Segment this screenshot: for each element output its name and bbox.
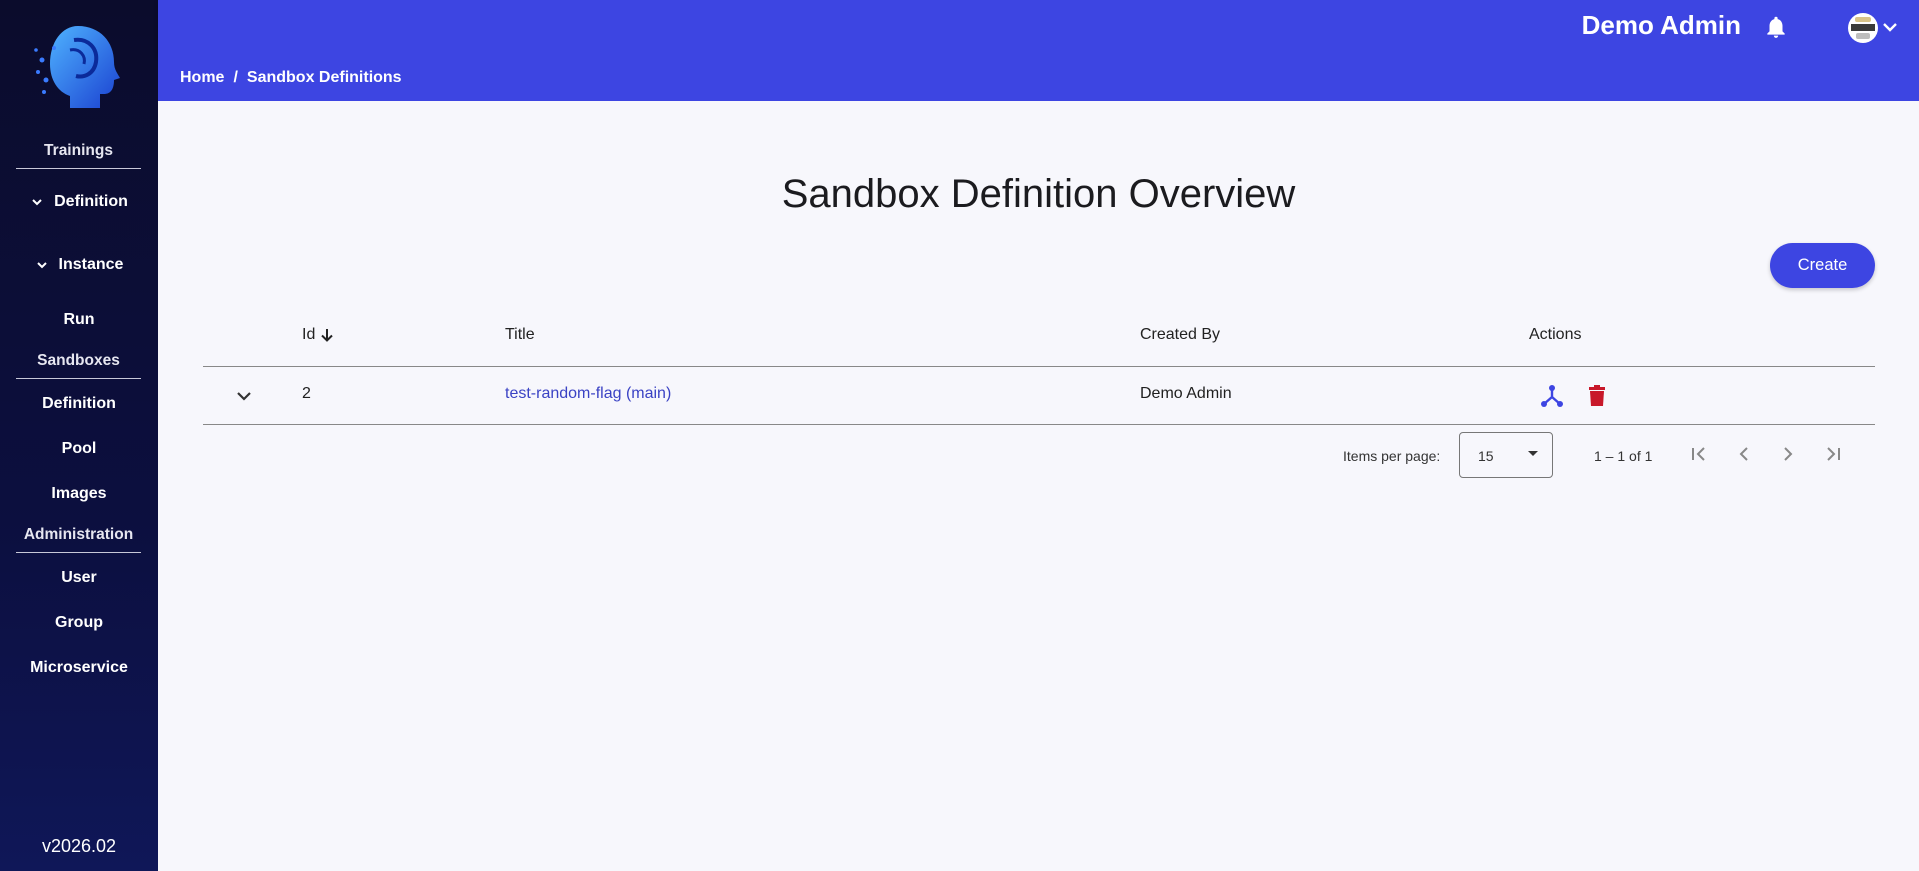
cell-created-by: Demo Admin <box>1140 385 1232 402</box>
column-header-id-label: Id <box>302 326 316 343</box>
sidebar-item-images[interactable]: Images <box>0 485 158 503</box>
breadcrumb-current: Sandbox Definitions <box>246 69 402 86</box>
sidebar-item-pool[interactable]: Pool <box>0 440 158 458</box>
breadcrumb-bar: Home / Sandbox Definitions <box>158 56 1919 101</box>
breadcrumb: Home / Sandbox Definitions <box>180 69 402 87</box>
last-page-icon[interactable] <box>1818 439 1848 469</box>
chevron-down-icon <box>32 199 42 206</box>
top-header: Demo Admin <box>158 0 1919 56</box>
arrow-down-icon <box>321 328 334 342</box>
version-label: v2026.02 <box>41 836 117 856</box>
sandbox-definitions-table: Id Title Created By Actions 2 test-rando… <box>203 310 1875 485</box>
first-page-icon[interactable] <box>1684 439 1714 469</box>
previous-page-icon[interactable] <box>1729 439 1759 469</box>
cell-title-link[interactable]: test-random-flag (main) <box>505 385 671 403</box>
logo <box>34 26 120 108</box>
sidebar: Trainings Definition Instance Run Sandbo… <box>0 0 158 871</box>
breadcrumb-separator: / <box>233 69 238 86</box>
section-administration: Administration <box>16 526 141 553</box>
topology-icon[interactable] <box>1539 383 1565 409</box>
items-per-page-select[interactable]: 15 <box>1459 432 1553 478</box>
sidebar-item-label: Instance <box>58 256 124 273</box>
breadcrumb-home[interactable]: Home <box>180 69 224 86</box>
column-header-actions: Actions <box>1529 326 1582 343</box>
sidebar-item-training-instance[interactable]: Instance <box>0 256 158 274</box>
delete-icon[interactable] <box>1584 383 1610 409</box>
section-trainings: Trainings <box>16 142 141 169</box>
page-title: Sandbox Definition Overview <box>781 172 1296 216</box>
paginator: Items per page: 15 1 – 1 of 1 <box>203 425 1875 485</box>
next-page-icon[interactable] <box>1773 439 1803 469</box>
username: Demo Admin <box>1581 10 1741 40</box>
table-row: 2 test-random-flag (main) Demo Admin <box>203 367 1875 425</box>
items-per-page-value: 15 <box>1478 448 1494 464</box>
sidebar-item-run[interactable]: Run <box>0 311 158 329</box>
sidebar-item-group[interactable]: Group <box>0 614 158 632</box>
sidebar-item-training-definition[interactable]: Definition <box>0 193 158 211</box>
dropdown-arrow-icon <box>1528 451 1538 456</box>
page-range: 1 – 1 of 1 <box>1594 448 1653 464</box>
cell-id: 2 <box>302 385 311 402</box>
chevron-down-icon[interactable] <box>233 385 255 407</box>
column-header-id[interactable]: Id <box>302 326 335 344</box>
chevron-down-icon <box>36 262 47 269</box>
sidebar-item-sandbox-definition[interactable]: Definition <box>0 395 158 413</box>
column-header-created-by: Created By <box>1140 326 1221 343</box>
sidebar-item-user[interactable]: User <box>0 569 158 587</box>
items-per-page-label: Items per page: <box>1343 448 1441 464</box>
bell-icon[interactable] <box>1763 14 1789 40</box>
avatar[interactable] <box>1847 12 1879 44</box>
sidebar-item-microservice[interactable]: Microservice <box>0 659 158 677</box>
chevron-down-icon[interactable] <box>1881 18 1899 36</box>
sidebar-item-label: Definition <box>54 193 128 210</box>
create-button[interactable]: Create <box>1770 243 1875 288</box>
section-sandboxes: Sandboxes <box>16 352 141 379</box>
table-header: Id Title Created By Actions <box>203 310 1875 367</box>
column-header-title: Title <box>505 326 535 343</box>
